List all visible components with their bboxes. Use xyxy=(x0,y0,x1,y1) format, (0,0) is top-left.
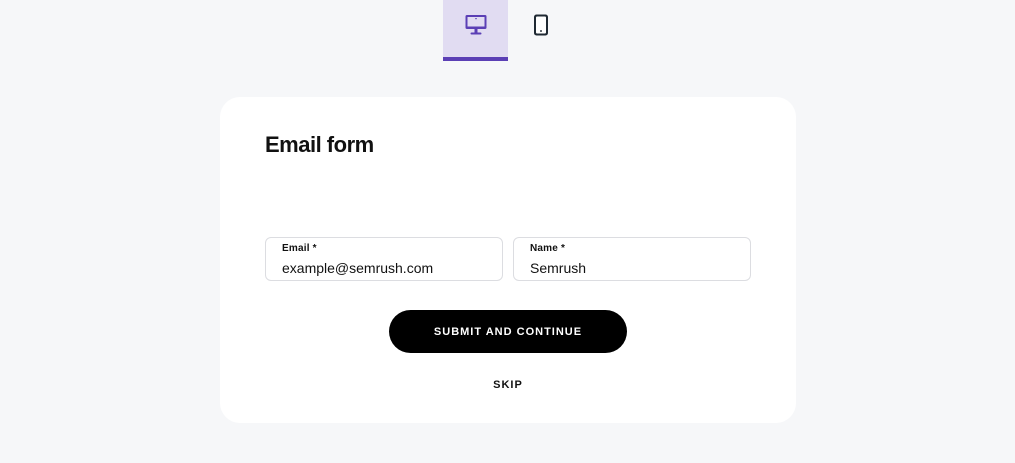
mobile-preview-tab[interactable] xyxy=(508,0,573,61)
submit-and-continue-button[interactable]: SUBMIT AND CONTINUE xyxy=(389,310,627,353)
form-title: Email form xyxy=(265,132,374,157)
desktop-preview-tab[interactable] xyxy=(443,0,508,61)
phone-icon xyxy=(533,14,548,36)
monitor-icon xyxy=(465,15,486,35)
email-form-card: Email form Email * Name * SUBMIT AND CON… xyxy=(220,97,796,423)
name-input[interactable] xyxy=(530,259,735,277)
skip-button[interactable]: SKIP xyxy=(478,375,538,395)
email-field-label: Email * xyxy=(282,243,317,254)
device-preview-tabs xyxy=(443,0,573,61)
name-field[interactable]: Name * xyxy=(513,237,751,281)
email-input[interactable] xyxy=(282,259,487,277)
name-field-label: Name * xyxy=(530,243,566,254)
email-field[interactable]: Email * xyxy=(265,237,503,281)
